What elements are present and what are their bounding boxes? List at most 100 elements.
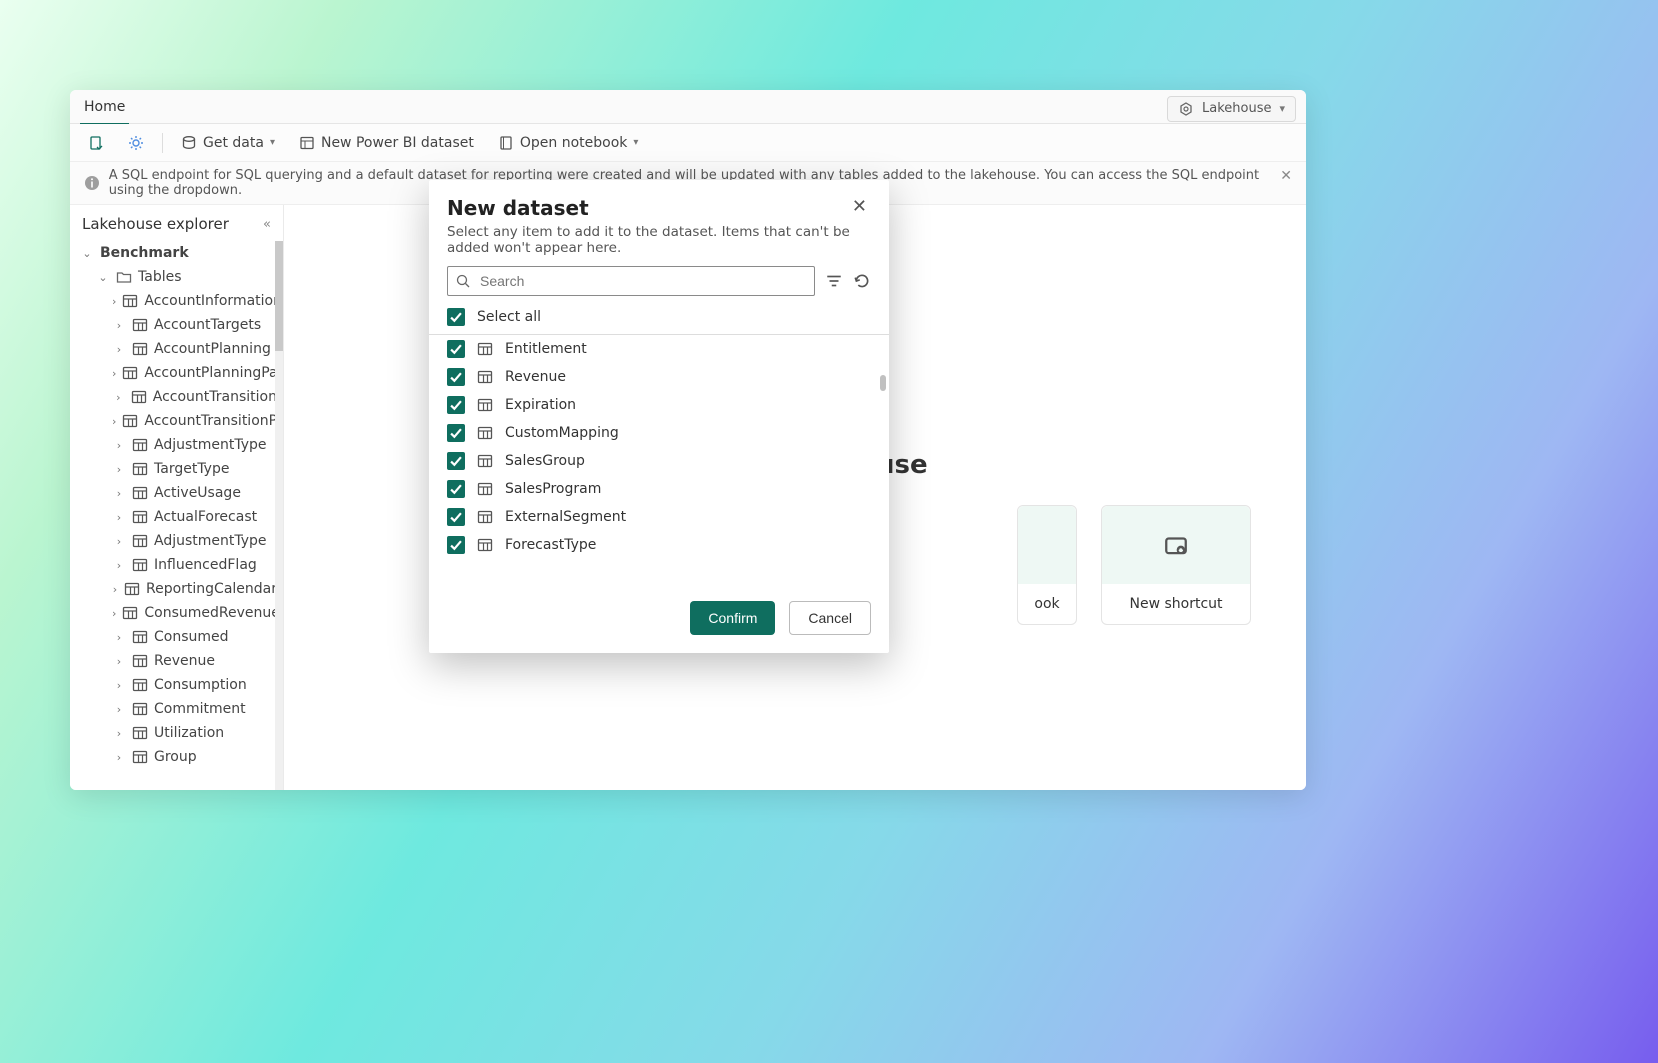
- collapse-sidebar-button[interactable]: «: [263, 217, 271, 232]
- chevron-right-icon: ›: [112, 703, 126, 716]
- new-page-button[interactable]: [80, 131, 112, 155]
- open-notebook-button[interactable]: Open notebook ▾: [490, 131, 647, 155]
- tree-table-item[interactable]: ›Consumed: [70, 625, 283, 649]
- tree-table-item[interactable]: ›AccountPlanningParticipants: [70, 361, 283, 385]
- chevron-right-icon: ›: [112, 439, 126, 452]
- tree-table-label: AdjustmentType: [154, 533, 267, 549]
- dialog-search-input[interactable]: [478, 272, 806, 290]
- chevron-right-icon: ›: [112, 295, 116, 308]
- explorer-tree[interactable]: ⌄ Benchmark ⌄ Tables › AccountInformation…: [70, 241, 283, 790]
- table-icon: [477, 509, 493, 525]
- tree-tables-folder[interactable]: ⌄ Tables: [70, 265, 283, 289]
- new-dataset-button[interactable]: New Power BI dataset: [291, 131, 482, 155]
- dataset-item-label: Revenue: [505, 369, 566, 385]
- check-icon: [450, 311, 462, 323]
- get-data-button[interactable]: Get data ▾: [173, 131, 283, 155]
- dataset-item[interactable]: Expiration: [447, 391, 871, 419]
- dialog-items-list[interactable]: Entitlement Revenue Expiration CustomMappin…: [429, 335, 889, 587]
- tree-table-item[interactable]: ›ReportingCalendar: [70, 577, 283, 601]
- item-checkbox[interactable]: [447, 424, 465, 442]
- chevron-right-icon: ›: [112, 367, 116, 380]
- tree-table-item[interactable]: ›InfluencedFlag: [70, 553, 283, 577]
- sidebar-header: Lakehouse explorer «: [70, 205, 283, 241]
- dataset-item-label: Expiration: [505, 397, 576, 413]
- tree-root[interactable]: ⌄ Benchmark: [70, 241, 283, 265]
- chevron-right-icon: ›: [112, 487, 126, 500]
- dataset-item[interactable]: SalesGroup: [447, 447, 871, 475]
- chevron-right-icon: ›: [112, 751, 126, 764]
- dataset-item[interactable]: ForecastType: [447, 531, 871, 559]
- item-checkbox[interactable]: [447, 480, 465, 498]
- chevron-down-icon: ⌄: [80, 247, 94, 260]
- tree-table-item[interactable]: › Group: [70, 745, 283, 769]
- sidebar-scrollbar-thumb[interactable]: [275, 241, 283, 351]
- tree-table-item[interactable]: ›AdjustmentType: [70, 529, 283, 553]
- tree-table-item[interactable]: ›AccountTargets: [70, 313, 283, 337]
- table-icon: [132, 485, 148, 501]
- tree-table-item[interactable]: ›Utilization: [70, 721, 283, 745]
- refresh-icon[interactable]: [853, 272, 871, 290]
- tree-table-item[interactable]: ›Revenue: [70, 649, 283, 673]
- tree-tables-label: Tables: [138, 269, 182, 285]
- tree-table-item[interactable]: ›AccountPlanning: [70, 337, 283, 361]
- info-close-button[interactable]: ✕: [1280, 168, 1292, 184]
- sidebar-scrollbar-track[interactable]: [275, 241, 283, 790]
- table-icon: [132, 677, 148, 693]
- dialog-search-box[interactable]: [447, 266, 815, 296]
- filter-icon[interactable]: [825, 272, 843, 290]
- item-checkbox[interactable]: [447, 396, 465, 414]
- tree-table-item[interactable]: ›ActualForecast: [70, 505, 283, 529]
- tree-table-label: Consumed: [154, 629, 229, 645]
- open-notebook-card[interactable]: ook: [1017, 505, 1077, 625]
- chevron-right-icon: ›: [112, 727, 126, 740]
- toolbar-separator: [162, 133, 163, 153]
- dialog-close-button[interactable]: ✕: [848, 196, 871, 218]
- new-page-icon: [88, 135, 104, 151]
- lakehouse-dropdown[interactable]: Lakehouse ▾: [1167, 96, 1296, 122]
- dataset-item[interactable]: SalesProgram: [447, 475, 871, 503]
- item-checkbox[interactable]: [447, 368, 465, 386]
- tree-table-item[interactable]: › AccountInformation: [70, 289, 283, 313]
- new-shortcut-card[interactable]: New shortcut: [1101, 505, 1251, 625]
- item-checkbox[interactable]: [447, 536, 465, 554]
- select-all-checkbox[interactable]: [447, 308, 465, 326]
- tree-table-label: Group: [154, 749, 197, 765]
- dialog-scrollbar-thumb[interactable]: [880, 375, 886, 391]
- item-checkbox[interactable]: [447, 340, 465, 358]
- tree-table-item[interactable]: ›AdjustmentType: [70, 433, 283, 457]
- action-cards: ook New shortcut: [1017, 505, 1251, 625]
- select-all-row[interactable]: Select all: [429, 302, 889, 335]
- tree-table-label: AccountTransitionPulseSurvey: [144, 413, 283, 429]
- tree-table-item[interactable]: ›AccountTransitionPulseSurvey: [70, 409, 283, 433]
- tree-table-label: AccountInformation: [144, 293, 282, 309]
- table-icon: [132, 725, 148, 741]
- tree-table-item[interactable]: ›AccountTransition: [70, 385, 283, 409]
- open-notebook-label: Open notebook: [520, 135, 628, 151]
- dataset-item[interactable]: Revenue: [447, 363, 871, 391]
- select-all-label: Select all: [477, 309, 541, 325]
- dataset-item[interactable]: Entitlement: [447, 335, 871, 363]
- check-icon: [450, 483, 462, 495]
- table-icon: [132, 557, 148, 573]
- settings-button[interactable]: [120, 131, 152, 155]
- dataset-item-label: Entitlement: [505, 341, 587, 357]
- confirm-button[interactable]: Confirm: [690, 601, 775, 635]
- item-checkbox[interactable]: [447, 452, 465, 470]
- chevron-down-icon: ▾: [1279, 102, 1285, 115]
- dataset-item-label: CustomMapping: [505, 425, 619, 441]
- tree-table-item[interactable]: ›Consumption: [70, 673, 283, 697]
- tab-home[interactable]: Home: [80, 93, 129, 125]
- tree-table-item[interactable]: ›TargetType: [70, 457, 283, 481]
- tree-table-label: InfluencedFlag: [154, 557, 257, 573]
- tree-table-item[interactable]: ›Commitment: [70, 697, 283, 721]
- tree-table-item[interactable]: ›ActiveUsage: [70, 481, 283, 505]
- table-icon: [132, 749, 148, 765]
- table-icon: [122, 413, 138, 429]
- tree-table-item[interactable]: ›ConsumedRevenue: [70, 601, 283, 625]
- cancel-button[interactable]: Cancel: [789, 601, 871, 635]
- check-icon: [450, 343, 462, 355]
- dataset-item[interactable]: CustomMapping: [447, 419, 871, 447]
- item-checkbox[interactable]: [447, 508, 465, 526]
- dataset-item[interactable]: ExternalSegment: [447, 503, 871, 531]
- gear-icon: [128, 135, 144, 151]
